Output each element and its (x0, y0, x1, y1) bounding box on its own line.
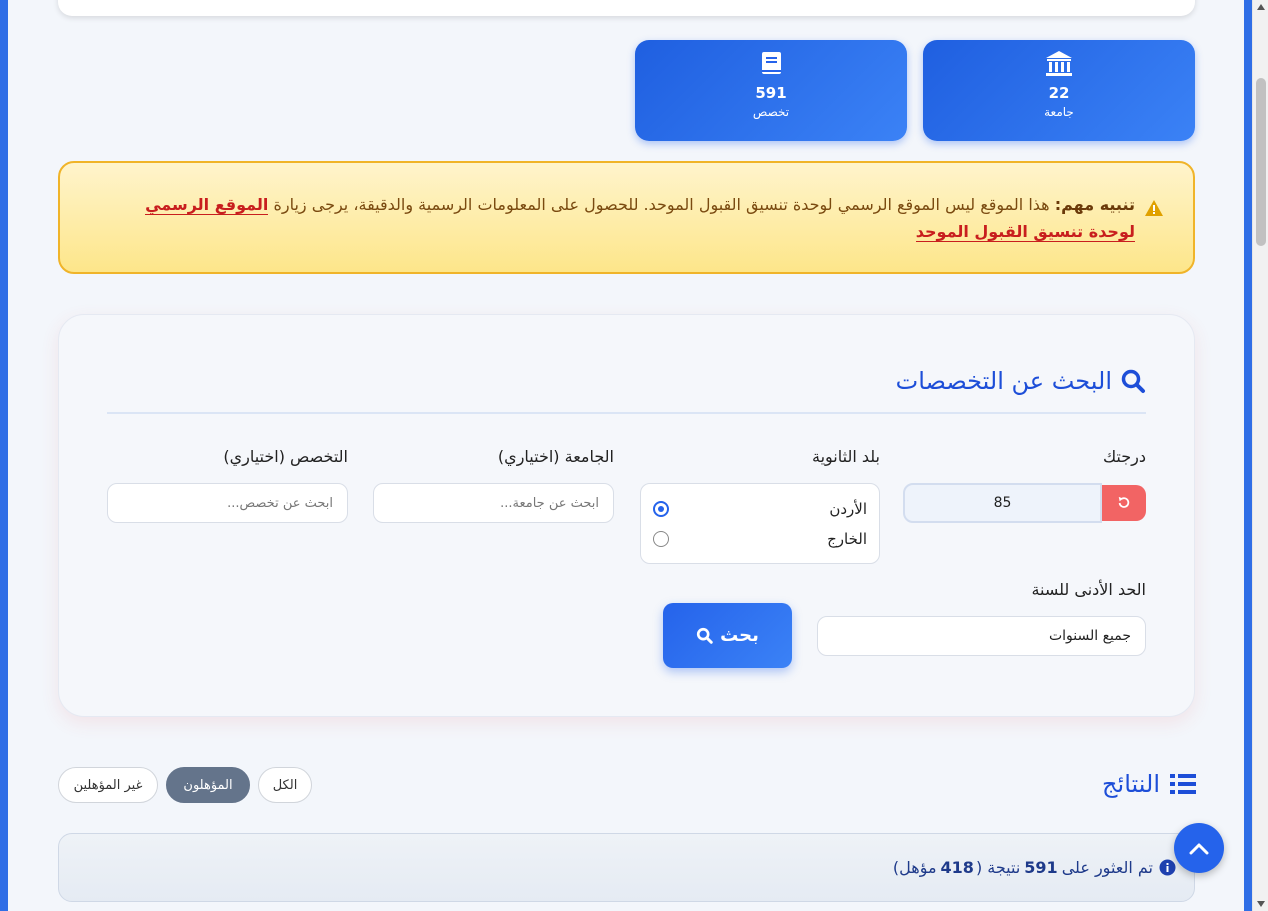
filter-not-qualified[interactable]: غير المؤهلين (58, 767, 158, 803)
summary-suffix: مؤهل) (892, 858, 937, 877)
search-icon (697, 627, 713, 644)
majors-count: 591 (755, 84, 787, 102)
major-search-input[interactable]: ابحث عن تخصص... (107, 483, 348, 523)
universities-stat-card: 22 جامعة (923, 40, 1195, 141)
page-right-border (1244, 0, 1252, 911)
grade-label: درجتك (1102, 447, 1146, 466)
search-button-label: بحث (720, 625, 759, 646)
country-option-label: الأردن (829, 500, 867, 518)
vertical-scrollbar[interactable] (1252, 0, 1268, 911)
scroll-down-arrow-icon[interactable] (1257, 901, 1265, 907)
search-divider (107, 412, 1146, 414)
disclaimer-alert: تنبيه مهم: هذا الموقع ليس الموقع الرسمي … (58, 161, 1195, 274)
total-results: 591 (1024, 858, 1058, 877)
radio-button[interactable] (653, 531, 669, 547)
filter-all[interactable]: الكل (258, 767, 312, 803)
search-panel: البحث عن التخصصات درجتك بلد الثانوية الج… (58, 314, 1195, 717)
country-label: بلد الثانوية (811, 447, 880, 466)
search-title-text: البحث عن التخصصات (895, 367, 1112, 395)
header-card (58, 0, 1195, 16)
majors-label: تخصص (752, 105, 790, 119)
search-panel-title: البحث عن التخصصات (896, 367, 1146, 395)
university-label: الجامعة (اختياري) (497, 447, 614, 466)
alert-text: هذا الموقع ليس الموقع الرسمي لوحدة تنسيق… (268, 195, 1055, 214)
filter-qualified[interactable]: المؤهلون (166, 767, 250, 803)
major-label: التخصص (اختياري) (223, 447, 348, 466)
majors-stat-card: 591 تخصص (635, 40, 907, 141)
reset-grade-button[interactable] (1102, 485, 1146, 521)
universities-label: جامعة (1044, 105, 1074, 119)
scroll-up-arrow-icon[interactable] (1257, 4, 1265, 10)
summary-mid: نتيجة ( (975, 858, 1021, 877)
chevron-up-icon (1189, 843, 1209, 855)
university-search-input[interactable]: ابحث عن جامعة... (373, 483, 614, 523)
alert-title: تنبيه مهم: (1054, 195, 1135, 214)
results-title: النتائج (1102, 770, 1196, 798)
radio-button-selected[interactable] (653, 501, 669, 517)
info-icon (1159, 859, 1176, 876)
country-option-abroad[interactable]: الخارج (653, 527, 867, 551)
main-content: 22 جامعة 591 تخصص تنبيه مهم: هذا الموقع … (8, 0, 1244, 911)
results-summary: تم العثور على 591 نتيجة (418 مؤهل) (58, 833, 1195, 902)
country-option-label: الخارج (827, 530, 867, 548)
summary-prefix: تم العثور على (1061, 858, 1153, 877)
year-select[interactable]: جميع السنوات (817, 616, 1146, 656)
country-radio-group: الأردن الخارج (640, 483, 880, 564)
page-left-border (0, 0, 8, 911)
qualified-count: 418 (940, 858, 974, 877)
scroll-to-top-button[interactable] (1174, 823, 1224, 873)
universities-count: 22 (1048, 84, 1070, 102)
warning-icon (1145, 197, 1163, 216)
bank-icon (1044, 50, 1074, 78)
book-icon (756, 50, 786, 78)
year-label: الحد الأدنى للسنة (1031, 580, 1146, 599)
results-title-text: النتائج (1102, 770, 1160, 798)
country-option-jordan[interactable]: الأردن (653, 497, 867, 521)
search-button[interactable]: بحث (663, 603, 792, 668)
grade-input[interactable]: 85 (903, 483, 1102, 523)
search-icon (1121, 369, 1145, 393)
scrollbar-thumb[interactable] (1256, 78, 1266, 246)
reset-icon (1118, 496, 1130, 508)
list-icon (1170, 774, 1196, 794)
